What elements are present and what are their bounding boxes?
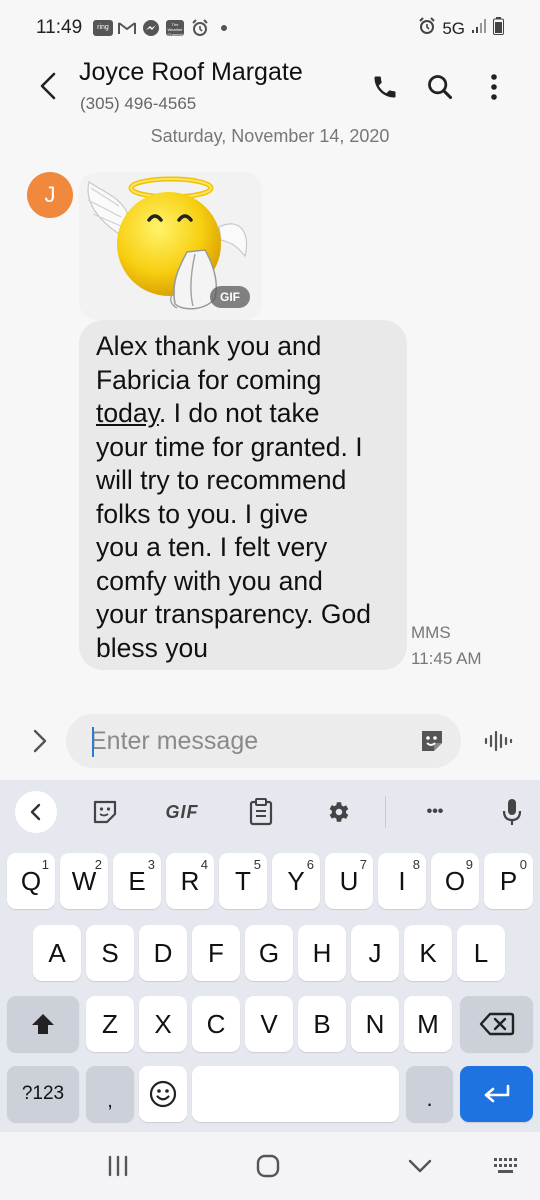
alarm-icon (418, 17, 436, 40)
comma-key[interactable]: , (86, 1066, 134, 1122)
keyboard: GIF ••• 1Q 2W 3E 4R 5T 6Y 7U 8I 9O 0P A … (0, 780, 540, 1132)
key-y[interactable]: 6Y (272, 853, 320, 909)
message-line: will try to recommend (96, 465, 347, 495)
key-x[interactable]: X (139, 996, 187, 1052)
back-down-icon[interactable] (400, 1152, 440, 1180)
key-l[interactable]: L (457, 925, 505, 981)
emoji-key[interactable] (139, 1066, 187, 1122)
smiley-icon (149, 1080, 177, 1108)
key-e[interactable]: 3E (113, 853, 161, 909)
key-m[interactable]: M (404, 996, 452, 1052)
battery-icon (493, 17, 504, 40)
key-w[interactable]: 2W (60, 853, 108, 909)
key-i[interactable]: 8I (378, 853, 426, 909)
navigation-bar (0, 1132, 540, 1200)
key-a[interactable]: A (33, 925, 81, 981)
key-z[interactable]: Z (86, 996, 134, 1052)
key-p[interactable]: 0P (484, 853, 533, 909)
period-key[interactable]: . (406, 1066, 453, 1122)
voice-recorder-icon[interactable] (478, 724, 518, 758)
message-line: your transparency. God (96, 599, 371, 629)
key-u[interactable]: 7U (325, 853, 373, 909)
expand-options-icon[interactable] (24, 723, 56, 759)
key-c[interactable]: C (192, 996, 240, 1052)
back-arrow-icon[interactable] (30, 66, 64, 106)
network-type: 5G (442, 18, 465, 38)
messenger-icon (142, 19, 160, 37)
signal-icon (471, 18, 487, 39)
message-line: bless you (96, 632, 208, 663)
gif-attachment[interactable]: GIF (79, 172, 262, 320)
gmail-icon (118, 19, 136, 37)
date-divider: Saturday, November 14, 2020 (150, 126, 390, 146)
message-line: today. I do not take (96, 397, 395, 431)
backspace-icon (479, 1012, 514, 1036)
key-s[interactable]: S (86, 925, 134, 981)
key-d[interactable]: D (139, 925, 187, 981)
gif-icon[interactable]: GIF (155, 794, 209, 830)
key-j[interactable]: J (351, 925, 399, 981)
alarm-icon (191, 19, 209, 37)
message-line: folks to you. I give (96, 498, 309, 529)
message-line: you a ten. I felt very (96, 532, 328, 562)
dot-icon (221, 19, 227, 37)
clipboard-icon[interactable] (243, 794, 279, 830)
enter-key[interactable] (460, 1066, 533, 1122)
settings-gear-icon[interactable] (320, 794, 356, 830)
message-line: your time for granted. I (96, 431, 363, 462)
phone-icon[interactable] (365, 67, 405, 107)
key-k[interactable]: K (404, 925, 452, 981)
key-r[interactable]: 4R (166, 853, 214, 909)
home-icon[interactable] (248, 1152, 288, 1180)
message-line: comfy with you and (96, 565, 323, 596)
avatar[interactable]: J (27, 172, 73, 218)
symbols-key[interactable]: ?123 (7, 1066, 79, 1122)
key-h[interactable]: H (298, 925, 346, 981)
backspace-key[interactable] (460, 996, 533, 1052)
compose-box[interactable] (66, 714, 461, 768)
key-q[interactable]: 1Q (7, 853, 55, 909)
toolbar-divider (385, 796, 386, 828)
more-horiz-icon[interactable]: ••• (412, 794, 458, 830)
recents-icon[interactable] (98, 1152, 138, 1180)
status-bar: 11:49 ring The Weather Channel 5G (0, 0, 540, 56)
date-link[interactable]: today (96, 398, 159, 428)
gif-badge: GIF (210, 286, 250, 308)
contact-name: Joyce Roof Margate (79, 58, 303, 86)
status-right: 5G (418, 17, 504, 40)
message-time: 11:45 AM (411, 649, 482, 668)
message-meta: MMS 11:45 AM (411, 620, 482, 672)
key-b[interactable]: B (298, 996, 346, 1052)
spacebar[interactable] (192, 1066, 399, 1122)
chevron-left-icon[interactable] (15, 791, 57, 833)
avatar-initial: J (44, 182, 56, 207)
more-vert-icon[interactable] (474, 67, 514, 107)
text-cursor (92, 727, 94, 757)
keyboard-switch-icon[interactable] (486, 1152, 526, 1180)
key-v[interactable]: V (245, 996, 293, 1052)
ring-icon: ring (93, 19, 113, 37)
key-n[interactable]: N (351, 996, 399, 1052)
weather-channel-icon: The Weather Channel (166, 20, 184, 37)
search-icon[interactable] (420, 67, 460, 107)
microphone-icon[interactable] (494, 794, 530, 830)
message-input[interactable] (90, 724, 410, 758)
enter-arrow-icon (484, 1084, 509, 1103)
message-bubble[interactable]: Alex thank you and Fabricia for coming t… (79, 320, 407, 670)
contact-phone: (305) 496-4565 (80, 94, 197, 113)
key-t[interactable]: 5T (219, 853, 267, 909)
shift-key[interactable] (7, 996, 79, 1052)
sticker-icon[interactable] (419, 728, 445, 754)
message-line: Alex thank you and (96, 331, 322, 361)
key-g[interactable]: G (245, 925, 293, 981)
key-f[interactable]: F (192, 925, 240, 981)
shift-arrow-icon (32, 1014, 54, 1034)
emoji-sticker-icon[interactable] (87, 794, 123, 830)
key-o[interactable]: 9O (431, 853, 479, 909)
message-line: Fabricia for coming (96, 364, 322, 395)
status-time: 11:49 (36, 17, 83, 38)
message-type: MMS (411, 623, 451, 642)
message-text: . I do not take (158, 398, 320, 428)
